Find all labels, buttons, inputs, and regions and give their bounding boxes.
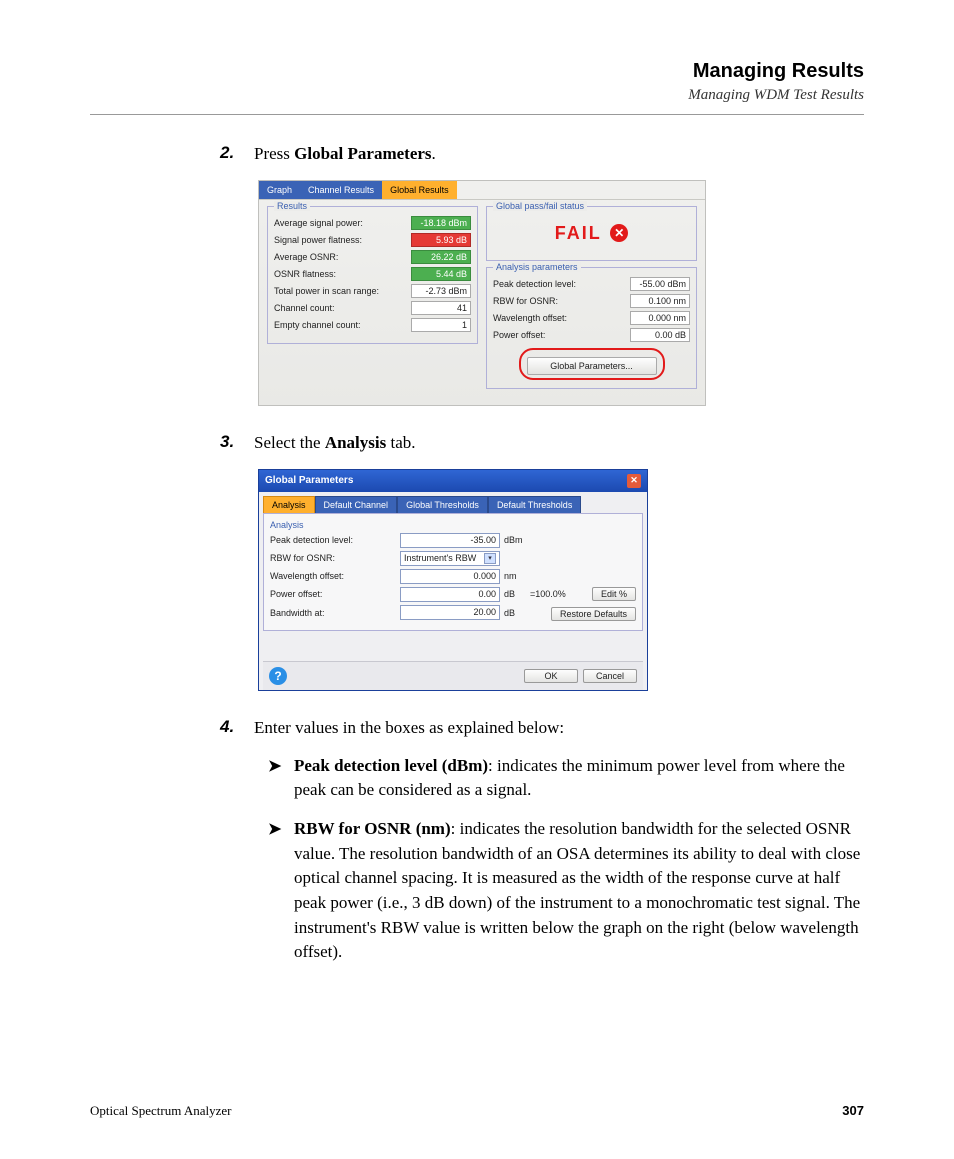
flatness-label: Signal power flatness:: [274, 235, 362, 245]
gp-poff-pct: =100.0%: [530, 589, 580, 599]
step-3-number: 3.: [220, 432, 254, 455]
gp-bw-unit: dB: [504, 608, 526, 618]
gp-poff-unit: dB: [504, 589, 526, 599]
fail-icon: ✕: [610, 224, 628, 242]
tab-channel-results[interactable]: Channel Results: [300, 181, 382, 199]
passfail-legend: Global pass/fail status: [493, 201, 587, 211]
step-3-post: tab.: [386, 433, 415, 452]
global-parameters-button[interactable]: Global Parameters...: [527, 357, 657, 375]
header-divider: [90, 114, 864, 115]
restore-defaults-button[interactable]: Restore Defaults: [551, 607, 636, 621]
chan-count-value: 41: [411, 301, 471, 315]
wloff-label: Wavelength offset:: [493, 313, 567, 323]
gp-peak-unit: dBm: [504, 535, 526, 545]
total-power-value: -2.73 dBm: [411, 284, 471, 298]
page-header-subtitle: Managing WDM Test Results: [90, 87, 864, 104]
bullet-1-bold: Peak detection level (dBm): [294, 756, 488, 775]
rbw-label: RBW for OSNR:: [493, 296, 558, 306]
avg-signal-value: -18.18 dBm: [411, 216, 471, 230]
step-4-number: 4.: [220, 717, 254, 740]
gp-poff-label: Power offset:: [270, 589, 400, 599]
tab-default-thresholds[interactable]: Default Thresholds: [488, 496, 581, 513]
gp-wloff-input[interactable]: 0.000: [400, 569, 500, 584]
bullet-rbw-osnr: RBW for OSNR (nm): indicates the resolut…: [294, 817, 864, 965]
bullet-2-text: : indicates the resolution bandwidth for…: [294, 819, 860, 961]
chan-count-label: Channel count:: [274, 303, 335, 313]
close-icon[interactable]: ✕: [627, 474, 641, 488]
step-2-text: Press Global Parameters.: [254, 143, 436, 166]
help-icon[interactable]: ?: [269, 667, 287, 685]
global-params-highlight: Global Parameters...: [519, 348, 665, 380]
osnr-flat-label: OSNR flatness:: [274, 269, 336, 279]
flatness-value: 5.93 dB: [411, 233, 471, 247]
bullet-arrow-icon: ➤: [268, 819, 294, 965]
gp-bw-label: Bandwidth at:: [270, 608, 400, 618]
tab-global-thresholds[interactable]: Global Thresholds: [397, 496, 488, 513]
avg-signal-label: Average signal power:: [274, 218, 363, 228]
edit-percent-button[interactable]: Edit %: [592, 587, 636, 601]
gp-rbw-label: RBW for OSNR:: [270, 553, 400, 563]
empty-count-value: 1: [411, 318, 471, 332]
peak-value: -55.00 dBm: [630, 277, 690, 291]
step-4-text: Enter values in the boxes as explained b…: [254, 717, 564, 740]
results-legend: Results: [274, 201, 310, 211]
empty-count-label: Empty channel count:: [274, 320, 361, 330]
step-2-post: .: [432, 144, 436, 163]
gp-rbw-select[interactable]: Instrument's RBW ▾: [400, 551, 500, 566]
total-power-label: Total power in scan range:: [274, 286, 379, 296]
dialog-title: Global Parameters: [265, 475, 353, 486]
wloff-value: 0.000 nm: [630, 311, 690, 325]
step-2-bold: Global Parameters: [294, 144, 431, 163]
fail-text: FAIL: [555, 223, 602, 244]
poff-label: Power offset:: [493, 330, 545, 340]
tab-graph[interactable]: Graph: [259, 181, 300, 199]
avg-osnr-label: Average OSNR:: [274, 252, 338, 262]
bullet-arrow-icon: ➤: [268, 756, 294, 803]
gp-bw-input[interactable]: 20.00: [400, 605, 500, 620]
step-3-text: Select the Analysis tab.: [254, 432, 416, 455]
poff-value: 0.00 dB: [630, 328, 690, 342]
peak-label: Peak detection level:: [493, 279, 576, 289]
gp-peak-label: Peak detection level:: [270, 535, 400, 545]
rbw-value: 0.100 nm: [630, 294, 690, 308]
tab-default-channel[interactable]: Default Channel: [315, 496, 398, 513]
footer-product: Optical Spectrum Analyzer: [90, 1103, 232, 1119]
step-2-number: 2.: [220, 143, 254, 166]
bullet-peak-detection: Peak detection level (dBm): indicates th…: [294, 754, 864, 803]
step-3-pre: Select the: [254, 433, 325, 452]
page-header-title: Managing Results: [90, 60, 864, 83]
tab-analysis[interactable]: Analysis: [263, 496, 315, 513]
step-2-pre: Press: [254, 144, 294, 163]
tab-global-results[interactable]: Global Results: [382, 181, 457, 199]
gp-wloff-label: Wavelength offset:: [270, 571, 400, 581]
gp-rbw-value: Instrument's RBW: [404, 553, 476, 563]
screenshot-global-results: Graph Channel Results Global Results Res…: [258, 180, 706, 406]
chevron-down-icon: ▾: [484, 553, 496, 564]
avg-osnr-value: 26.22 dB: [411, 250, 471, 264]
step-3-bold: Analysis: [325, 433, 386, 452]
osnr-flat-value: 5.44 dB: [411, 267, 471, 281]
gp-wloff-unit: nm: [504, 571, 526, 581]
analysis-section-label: Analysis: [270, 520, 636, 530]
analysis-params-legend: Analysis parameters: [493, 262, 581, 272]
bullet-2-bold: RBW for OSNR (nm): [294, 819, 451, 838]
screenshot-global-parameters-dialog: Global Parameters ✕ Analysis Default Cha…: [258, 469, 648, 691]
footer-page-number: 307: [842, 1103, 864, 1119]
gp-poff-input[interactable]: 0.00: [400, 587, 500, 602]
gp-peak-input[interactable]: -35.00: [400, 533, 500, 548]
cancel-button[interactable]: Cancel: [583, 669, 637, 683]
ok-button[interactable]: OK: [524, 669, 578, 683]
